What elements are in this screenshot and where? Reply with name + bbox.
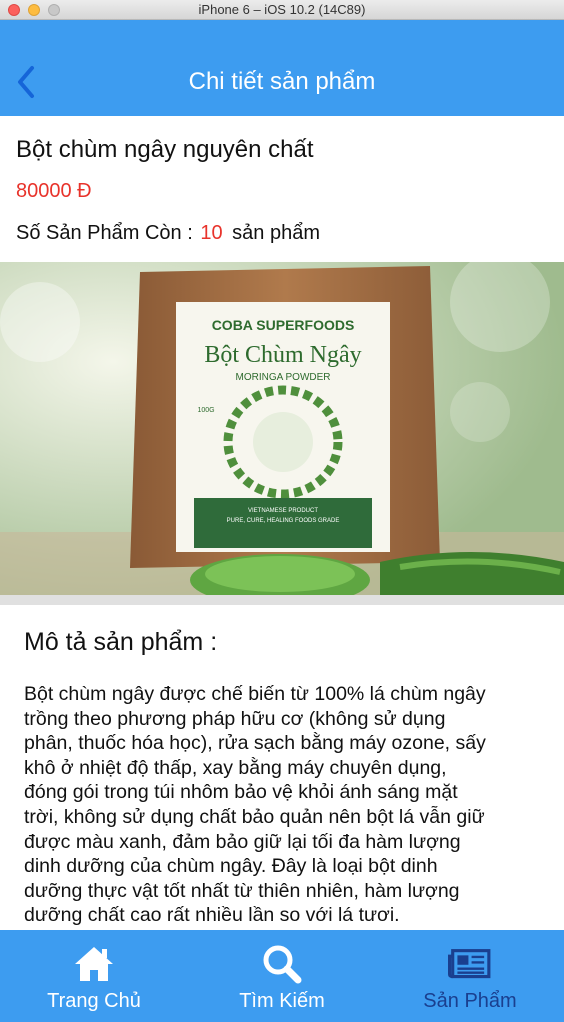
label-weight: 100G (197, 407, 214, 414)
description-line: khô ở nhiệt độ thấp, xay bằng máy chuyên… (24, 756, 447, 779)
description-line: dưỡng thực vật tốt nhất từ thiên nhiên, … (24, 879, 460, 902)
stock-count: 10 (200, 222, 223, 244)
description-line: dưỡng chất cao rất nhiều lần so với lá t… (24, 904, 400, 927)
description-line: Bột chùm ngây được chế biến từ 100% lá c… (24, 683, 486, 705)
newspaper-icon (448, 949, 491, 979)
simulator-title-bar: iPhone 6 – iOS 10.2 (14C89) (0, 0, 564, 20)
product-name: Bột chùm ngây nguyên chất (16, 136, 314, 163)
tab-home[interactable]: Trang Chủ (0, 930, 188, 1022)
tab-products[interactable]: Sản Phẩm (376, 930, 564, 1022)
product-photo: COBA SUPERFOODS Bột Chùm Ngây MORINGA PO… (0, 262, 564, 595)
image-divider (0, 595, 564, 605)
label-tagline-1: VIETNAMESE PRODUCT (248, 508, 318, 514)
description-line: dinh dưỡng của chùm ngây. Đây là loại bộ… (24, 855, 438, 878)
description-line: đóng gói trong túi nhôm bảo vệ khỏi ánh … (24, 781, 458, 804)
description-line: được màu xanh, đảm bảo giữ lại tối đa hà… (24, 830, 461, 853)
page-title: Chi tiết sản phẩm (188, 68, 376, 95)
navigation-bar: Chi tiết sản phẩm (0, 20, 564, 116)
description-line: trồng theo phương pháp hữu cơ (không sử … (24, 707, 446, 730)
product-price: 80000 Đ (16, 180, 92, 202)
search-icon (263, 945, 302, 984)
tab-search[interactable]: Tìm Kiếm (188, 930, 376, 1022)
label-title: Bột Chùm Ngây (204, 342, 361, 368)
home-icon (75, 947, 113, 981)
tab-products-label: Sản Phẩm (423, 990, 517, 1012)
stock-label: Số Sản Phẩm Còn : (16, 222, 193, 244)
description-line: trời, không sử dụng chất bảo quản nên bộ… (24, 805, 485, 828)
description-line: phân, thuốc hóa học), rửa sạch bằng máy … (24, 732, 486, 755)
label-tagline-2: PURE, CURE, HEALING FOODS GRADE (227, 518, 340, 524)
label-brand: COBA SUPERFOODS (212, 317, 355, 333)
tab-bar: Trang Chủ Tìm Kiếm Sản Phẩm (0, 930, 564, 1022)
tab-search-label: Tìm Kiếm (239, 990, 325, 1012)
description-text: Bột chùm ngây được chế biến từ 100% lá c… (24, 682, 544, 928)
tab-home-label: Trang Chủ (47, 990, 141, 1012)
stock-unit: sản phẩm (232, 222, 320, 244)
product-image: COBA SUPERFOODS Bột Chùm Ngây MORINGA PO… (0, 262, 564, 595)
stock-row: Số Sản Phẩm Còn : 10 sản phẩm (16, 222, 320, 245)
description-title: Mô tả sản phẩm : (24, 628, 218, 656)
simulator-title: iPhone 6 – iOS 10.2 (14C89) (198, 2, 366, 17)
label-subtitle: MORINGA POWDER (235, 372, 330, 383)
